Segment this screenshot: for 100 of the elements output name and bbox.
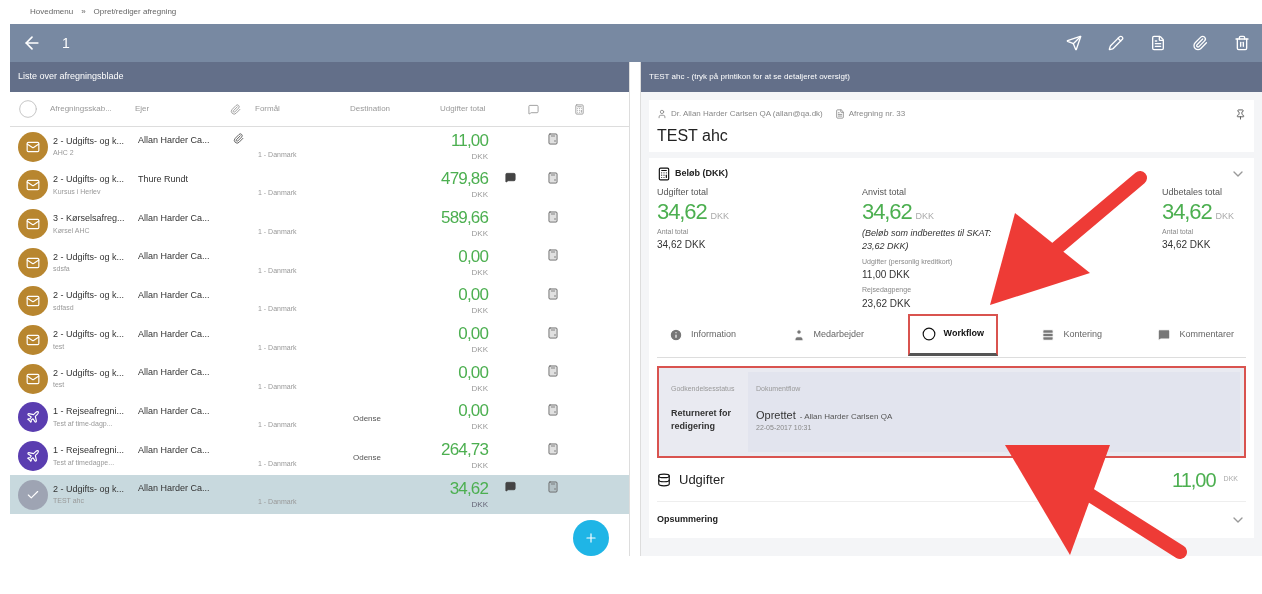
owner-name: Allan Harder Ca... bbox=[138, 289, 211, 303]
calculator-icon[interactable] bbox=[547, 365, 559, 378]
amount-value: 0,00 bbox=[458, 401, 488, 422]
amount-value: 0,00 bbox=[458, 285, 488, 306]
calculator-icon[interactable] bbox=[547, 326, 559, 339]
sheet-type: 2 - Udgifts- og k... bbox=[53, 134, 126, 148]
amount-value: 34,62 bbox=[449, 478, 488, 499]
calculator-icon[interactable] bbox=[547, 288, 559, 301]
info-icon bbox=[669, 327, 683, 342]
amount-value: 34,62 DKK bbox=[1162, 238, 1212, 252]
sheet-type: 2 - Udgifts- og k... bbox=[53, 482, 126, 496]
destination-label: Odense bbox=[353, 452, 382, 462]
amount-value: 0,00 bbox=[458, 246, 488, 267]
breadcrumb-item[interactable]: Hovedmenu bbox=[30, 6, 74, 18]
calculator-icon[interactable] bbox=[547, 249, 559, 262]
tax-note: (Beløb som indberettes til SKAT: 23,62 DKK) bbox=[862, 226, 993, 253]
owner-name: Allan Harder Ca... bbox=[138, 405, 211, 418]
paperclip-icon[interactable] bbox=[1192, 35, 1208, 51]
owner-name: Allan Harder Ca... bbox=[138, 134, 211, 148]
currency-label: DKK bbox=[915, 209, 935, 223]
section-title: Udgifter bbox=[679, 470, 725, 489]
amount-value: 34,62 DKK bbox=[657, 238, 707, 252]
owner-name: Allan Harder Ca... bbox=[138, 250, 211, 264]
tab[interactable]: Workflow bbox=[907, 313, 998, 356]
section-title: Beløb (DKK) bbox=[675, 167, 728, 181]
calculator-icon[interactable] bbox=[547, 133, 559, 146]
tab[interactable]: Information bbox=[657, 313, 749, 356]
amount-value: 589,66 bbox=[441, 208, 488, 229]
amount-value: 11,00 DKK bbox=[862, 268, 911, 282]
sheet-type: 2 - Udgifts- og k... bbox=[53, 250, 126, 264]
tab[interactable]: Kommentarer bbox=[1145, 313, 1246, 356]
sheet-number: Afregning nr. 33 bbox=[848, 108, 906, 120]
workflow-icon bbox=[921, 327, 936, 341]
amount-value: 11,00 bbox=[1172, 467, 1216, 493]
tab[interactable]: Medarbejder bbox=[779, 313, 877, 356]
sheet-type: 2 - Udgifts- og k... bbox=[53, 173, 126, 187]
currency-label: DKK bbox=[471, 382, 488, 395]
amount-value: 0,00 bbox=[458, 362, 488, 383]
sheet-type: 2 - Udgifts- og k... bbox=[53, 289, 126, 303]
stack-icon bbox=[657, 472, 671, 487]
amount-value: 23,62 DKK bbox=[862, 296, 912, 311]
owner-name: Allan Harder Ca... bbox=[138, 211, 211, 225]
amount-value: 34,62 bbox=[862, 199, 912, 224]
owner-name: Allan Harder Ca... bbox=[138, 482, 211, 496]
document-icon bbox=[834, 109, 845, 119]
amount-value: 479,86 bbox=[441, 169, 488, 190]
currency-label: DKK bbox=[471, 421, 488, 434]
workflow-status: Returneret for redigering bbox=[671, 406, 731, 433]
header-title: 1 bbox=[62, 33, 70, 53]
calculator-icon bbox=[657, 167, 671, 181]
amount-label: Udgifter total bbox=[657, 186, 710, 199]
amount-label: Udbetales total bbox=[1162, 186, 1224, 199]
breadcrumb-item[interactable]: Opret/rediger afregning bbox=[93, 6, 177, 18]
amount-label: Anvist total bbox=[862, 186, 908, 199]
sheet-type: 1 - Rejseafregni... bbox=[53, 405, 126, 419]
attachment-column-icon bbox=[230, 103, 241, 115]
edit-icon[interactable] bbox=[1108, 35, 1124, 51]
flow-author: - Allan Harder Carlsen QA bbox=[799, 410, 893, 423]
sheet-type: 2 - Udgifts- og k... bbox=[53, 366, 126, 380]
calculator-icon[interactable] bbox=[547, 210, 559, 223]
amount-value: 264,73 bbox=[441, 440, 488, 460]
tab[interactable]: Kontering bbox=[1029, 313, 1114, 356]
owner-name: Allan Harder Ca... bbox=[138, 443, 211, 457]
currency-label: DKK bbox=[471, 189, 488, 202]
owner-name: Dr. Allan Harder Carlsen QA (allan@qa.dk) bbox=[671, 108, 823, 120]
owner-name: Thure Rundt bbox=[138, 173, 190, 187]
detail-title: TEST ahc - (tryk på printikon for at se detaljeret oversigt) bbox=[649, 71, 850, 83]
flow-action: Oprettet bbox=[756, 407, 796, 423]
calculator-icon[interactable] bbox=[547, 172, 559, 185]
calculator-icon[interactable] bbox=[547, 481, 559, 494]
currency-label: DKK bbox=[710, 209, 730, 223]
sheet-type: 2 - Udgifts- og k... bbox=[53, 328, 126, 342]
currency-label: DKK bbox=[471, 228, 488, 241]
amount-value: 11,00 bbox=[450, 130, 488, 151]
owner-name: Allan Harder Ca... bbox=[138, 327, 211, 341]
amount-value: 0,00 bbox=[458, 324, 488, 345]
pin-icon[interactable] bbox=[1235, 108, 1246, 120]
section-title: Opsummering bbox=[657, 513, 718, 527]
table-icon bbox=[1041, 327, 1056, 342]
currency-label: DKK bbox=[471, 344, 488, 357]
currency-label: DKK bbox=[471, 266, 488, 279]
currency-label: DKK bbox=[471, 305, 488, 318]
document-icon[interactable] bbox=[1150, 35, 1166, 51]
breadcrumb-item: » bbox=[81, 6, 86, 18]
amount-value: 34,62 bbox=[657, 199, 707, 224]
comment-column-icon bbox=[528, 103, 539, 115]
calculator-icon[interactable] bbox=[547, 404, 559, 416]
add-button[interactable] bbox=[573, 520, 609, 556]
delete-icon[interactable] bbox=[1234, 35, 1250, 51]
destination-label: Odense bbox=[353, 414, 382, 423]
comment-icon bbox=[1157, 327, 1172, 342]
currency-label: DKK bbox=[471, 460, 488, 472]
calculator-column-icon bbox=[574, 103, 585, 115]
plus-icon bbox=[584, 531, 598, 545]
amount-value: 34,62 bbox=[1162, 199, 1212, 224]
currency-label: DKK bbox=[1215, 209, 1235, 223]
sheet-name: TEST ahc bbox=[657, 126, 729, 146]
currency-label: DKK bbox=[471, 150, 488, 163]
calculator-icon[interactable] bbox=[547, 442, 559, 455]
send-icon[interactable] bbox=[1066, 35, 1082, 51]
